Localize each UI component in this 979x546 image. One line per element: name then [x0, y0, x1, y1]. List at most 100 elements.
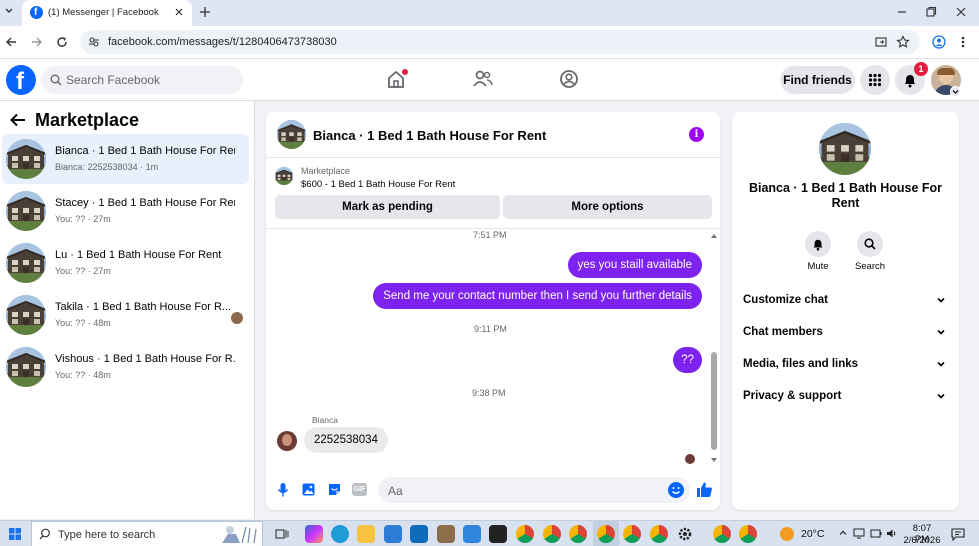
taskbar-search-input[interactable]: Type here to search	[31, 521, 263, 546]
account-chevron-icon[interactable]	[950, 86, 961, 97]
conversation-item[interactable]: Bianca · 1 Bed 1 Bath House For Rent Bian…	[2, 134, 249, 184]
sender-avatar[interactable]	[277, 431, 297, 451]
profile-icon[interactable]	[932, 35, 946, 49]
forward-icon[interactable]	[31, 36, 43, 48]
photo-icon[interactable]	[301, 482, 316, 497]
conversation-item[interactable]: Takila · 1 Bed 1 Bath House For R... You:…	[2, 290, 249, 340]
listing-title[interactable]: $600 - 1 Bed 1 Bath House For Rent	[301, 179, 455, 190]
message-bubble-sent[interactable]: Send me your contact number then I send …	[373, 283, 702, 309]
conversation-thumb	[6, 139, 46, 179]
conversation-title: Stacey · 1 Bed 1 Bath House For Rent	[55, 197, 235, 209]
bookmark-star-icon[interactable]	[896, 35, 910, 49]
message-bubble-received[interactable]: 2252538034	[304, 427, 388, 453]
details-search-icon[interactable]	[857, 231, 883, 257]
weather-icon[interactable]	[780, 527, 794, 541]
chrome-icon[interactable]	[569, 525, 587, 543]
chat-listing-thumb[interactable]	[277, 120, 306, 149]
divider	[266, 157, 720, 158]
tab-search-icon[interactable]	[4, 6, 14, 16]
copilot-icon[interactable]	[305, 525, 323, 543]
windows-start-icon[interactable]	[9, 528, 21, 540]
file-explorer-icon[interactable]	[357, 525, 375, 543]
customize-chat-row[interactable]: Customize chat	[743, 291, 948, 311]
emoji-icon[interactable]	[668, 482, 684, 498]
privacy-support-row[interactable]: Privacy & support	[743, 387, 948, 407]
address-bar[interactable]: facebook.com/messages/t/1280406473738030	[80, 30, 920, 54]
chrome-icon[interactable]	[597, 525, 615, 543]
microphone-icon[interactable]	[277, 482, 289, 498]
scrollbar[interactable]	[710, 232, 718, 464]
conversation-item[interactable]: Lu · 1 Bed 1 Bath House For Rent You: ?? …	[2, 238, 249, 288]
back-icon[interactable]	[5, 36, 17, 48]
window-close-icon[interactable]	[955, 6, 967, 18]
thumbs-up-icon[interactable]	[696, 481, 713, 498]
gif-icon[interactable]: GIF	[352, 483, 367, 496]
weather-temperature[interactable]: 20°C	[801, 528, 824, 540]
tab-close-icon[interactable]	[174, 5, 184, 19]
home-icon[interactable]	[386, 69, 408, 89]
notification-badge: 1	[914, 62, 928, 76]
conversation-preview: You: ?? · 27m	[55, 214, 111, 224]
chrome-icon[interactable]	[650, 525, 668, 543]
chrome-icon[interactable]	[623, 525, 641, 543]
new-tab-icon[interactable]	[199, 5, 211, 19]
menu-grid-icon[interactable]	[860, 65, 890, 95]
info-icon[interactable]: i	[689, 127, 704, 142]
chevron-down-icon	[937, 361, 945, 367]
taskbar-search-icon	[39, 528, 51, 540]
browser-menu-icon[interactable]	[960, 35, 966, 49]
chat-members-row[interactable]: Chat members	[743, 323, 948, 343]
site-info-icon[interactable]	[88, 36, 100, 48]
message-timestamp: 7:51 PM	[473, 230, 507, 240]
more-options-button[interactable]: More options	[503, 195, 712, 219]
chrome-icon[interactable]	[713, 525, 731, 543]
facebook-search-input[interactable]: Search Facebook	[41, 66, 243, 94]
app-icon[interactable]	[437, 525, 455, 543]
media-files-links-row[interactable]: Media, files and links	[743, 355, 948, 375]
message-bubble-sent[interactable]: ??	[673, 347, 702, 373]
capcut-icon[interactable]	[489, 525, 507, 543]
listing-thumb[interactable]	[275, 167, 293, 185]
tray-chevron-up-icon[interactable]	[838, 528, 848, 538]
minimize-icon[interactable]	[896, 6, 908, 18]
outlook-icon[interactable]	[410, 525, 428, 543]
store-icon[interactable]	[384, 525, 402, 543]
chrome-icon[interactable]	[543, 525, 561, 543]
chrome-icon[interactable]	[739, 525, 757, 543]
task-view-icon[interactable]	[275, 527, 289, 541]
chat-title[interactable]: Bianca · 1 Bed 1 Bath House For Rent	[313, 128, 546, 143]
chrome-icon[interactable]	[516, 525, 534, 543]
settings-gear-icon[interactable]	[677, 526, 693, 542]
network-icon[interactable]	[853, 528, 865, 539]
conversation-item[interactable]: Stacey · 1 Bed 1 Bath House For Rent You:…	[2, 186, 249, 236]
message-bubble-sent[interactable]: yes you staill available	[567, 252, 702, 278]
notification-center-icon[interactable]	[951, 527, 965, 541]
conversation-item[interactable]: Vishous · 1 Bed 1 Bath House For R... You…	[2, 342, 249, 392]
edge-icon[interactable]	[331, 525, 349, 543]
facebook-logo-icon[interactable]: f	[6, 65, 36, 95]
groups-icon[interactable]	[559, 69, 579, 89]
tab-title: (1) Messenger | Facebook	[48, 7, 159, 18]
back-arrow-icon[interactable]	[10, 113, 26, 127]
reload-icon[interactable]	[56, 36, 68, 48]
friends-icon[interactable]	[472, 70, 494, 88]
find-friends-button[interactable]: Find friends	[780, 66, 855, 94]
calculator-icon[interactable]	[463, 525, 481, 543]
chevron-down-icon	[937, 329, 945, 335]
section-label: Media, files and links	[743, 358, 859, 370]
conversation-title: Takila · 1 Bed 1 Bath House For R...	[55, 301, 232, 313]
message-input-placeholder: Aa	[388, 484, 403, 498]
details-listing-thumb[interactable]	[819, 123, 871, 175]
restore-icon[interactable]	[925, 6, 937, 18]
message-input[interactable]: Aa	[378, 477, 690, 503]
battery-icon[interactable]	[870, 528, 882, 539]
taskbar-date[interactable]: 2/6/2026	[901, 535, 943, 546]
conversation-title: Vishous · 1 Bed 1 Bath House For R...	[55, 353, 235, 365]
mute-bell-icon[interactable]	[805, 231, 831, 257]
cast-icon[interactable]	[874, 35, 888, 49]
mark-as-pending-button[interactable]: Mark as pending	[275, 195, 500, 219]
browser-tab[interactable]: f (1) Messenger | Facebook	[22, 0, 192, 26]
conversation-preview: You: ?? · 48m	[55, 318, 111, 328]
sticker-icon[interactable]	[327, 482, 342, 497]
volume-icon[interactable]	[886, 528, 898, 539]
